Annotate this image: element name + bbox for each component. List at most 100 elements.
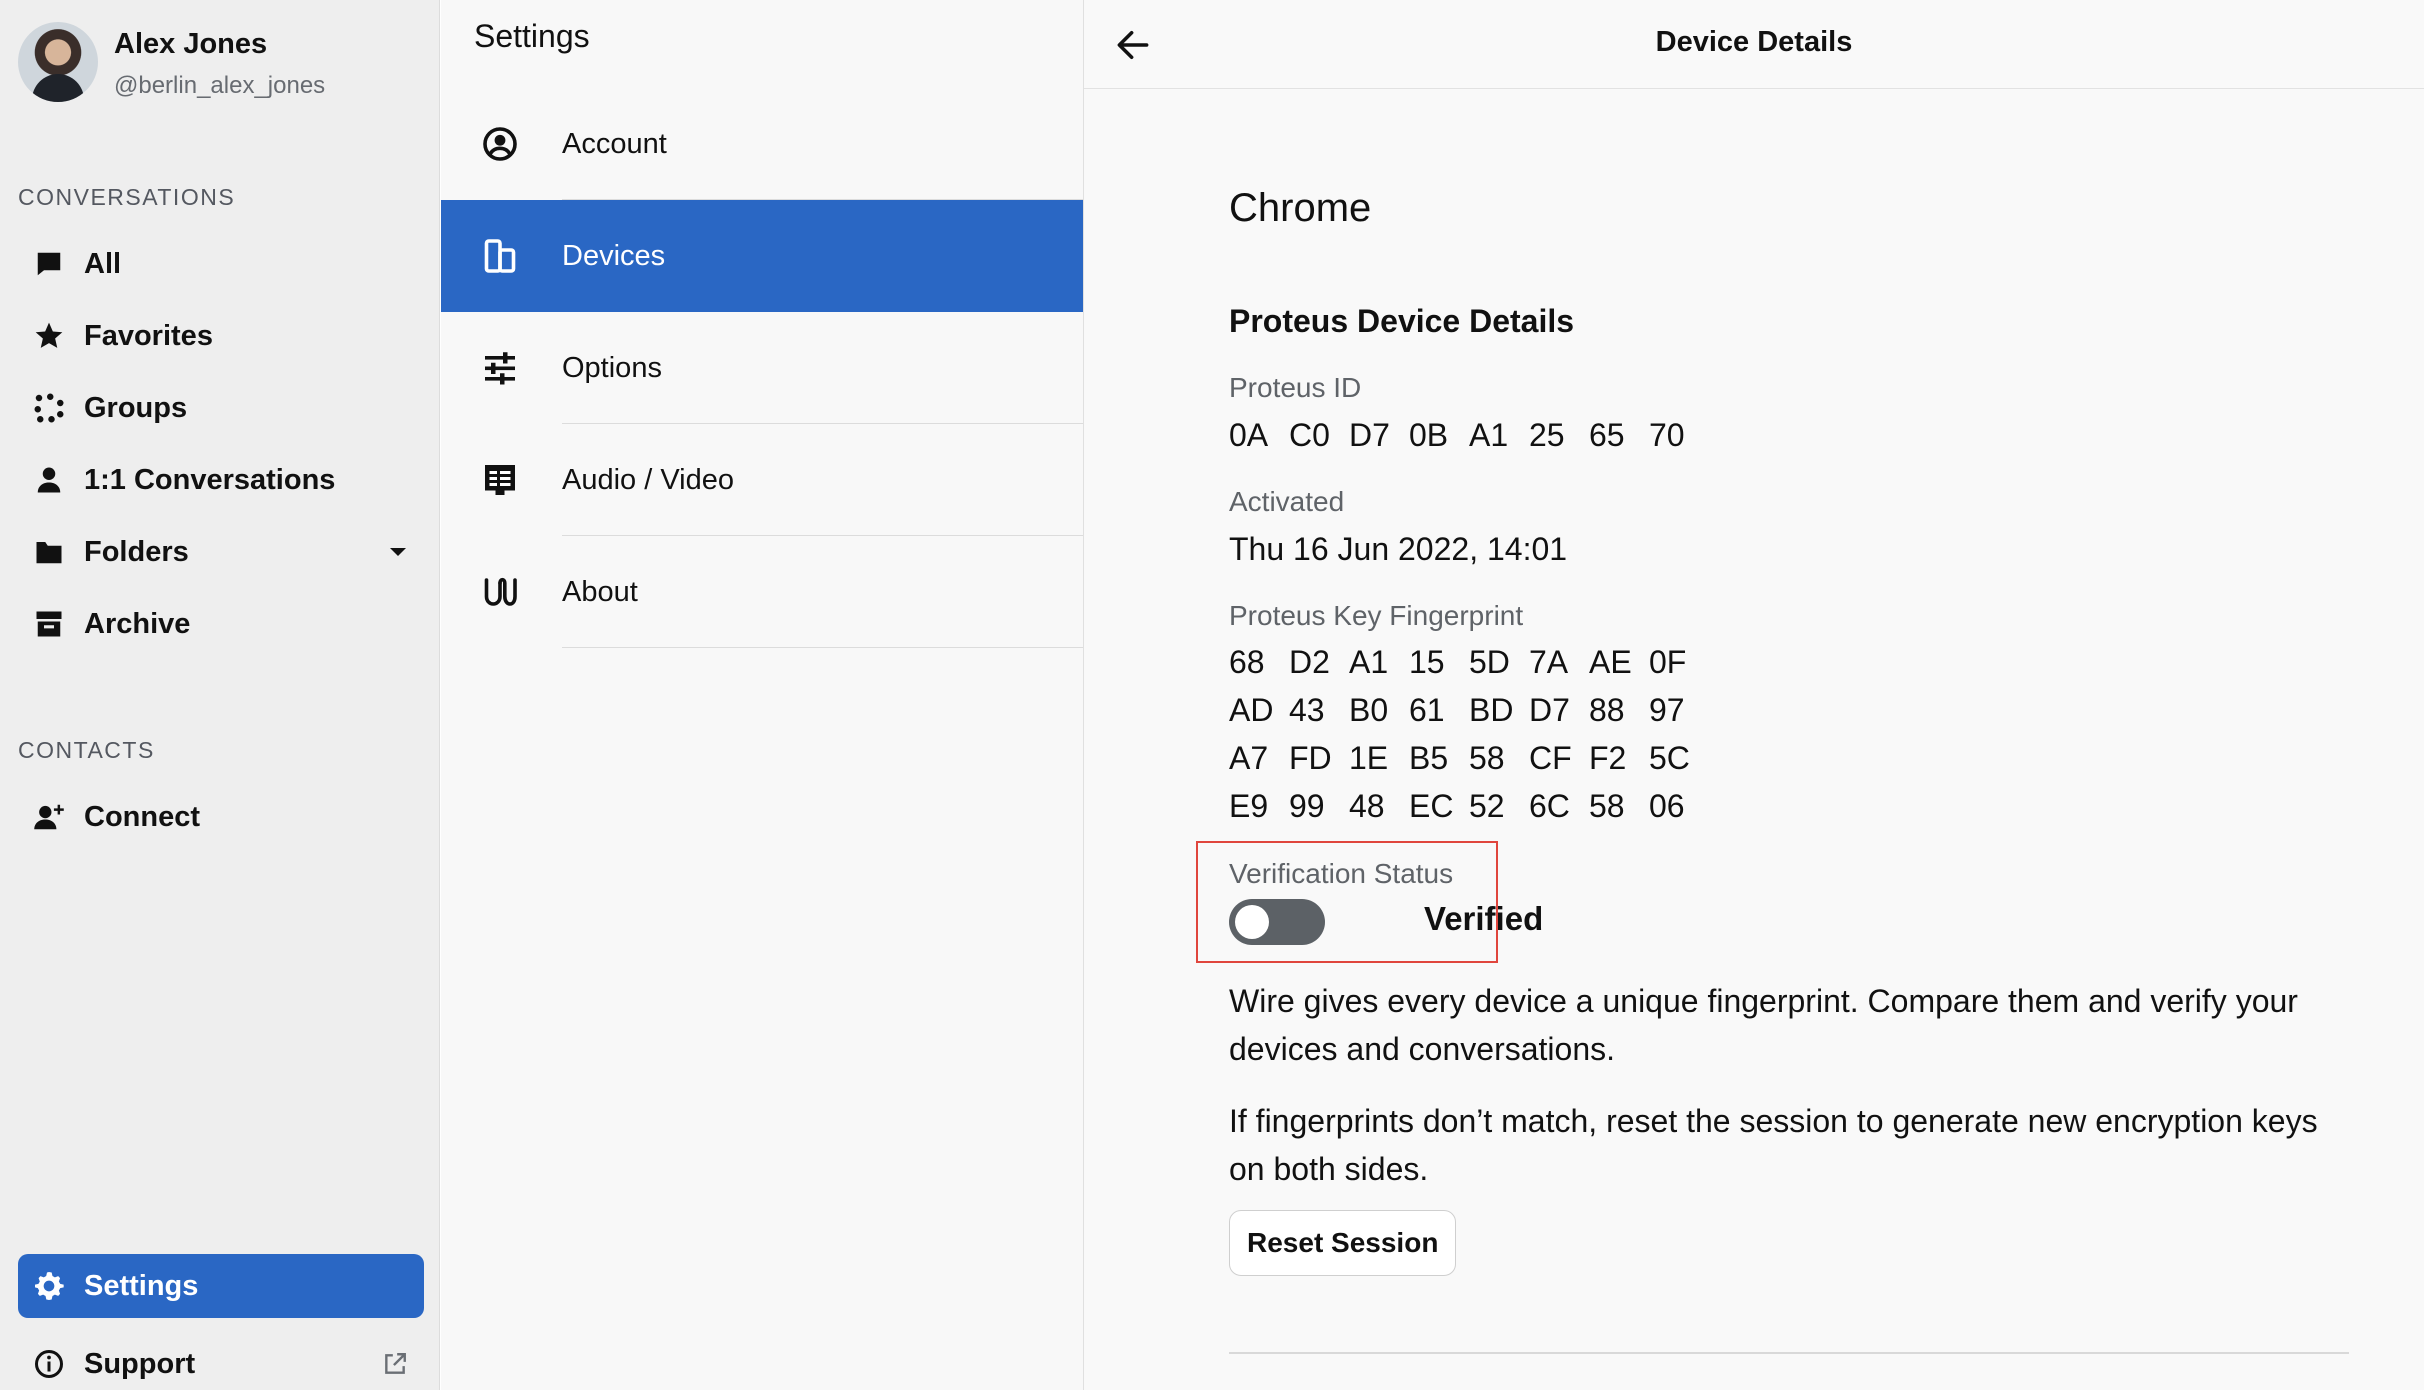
hex-byte: 97 xyxy=(1649,692,1685,728)
page-title: Device Details xyxy=(1655,26,1853,58)
sidebar-item-label: Favorites xyxy=(84,319,213,352)
hex-byte: B0 xyxy=(1349,692,1389,728)
chevron-down-icon[interactable] xyxy=(388,546,408,558)
sidebar-item-archive[interactable]: Archive xyxy=(18,592,424,656)
hex-byte: E9 xyxy=(1229,788,1269,824)
hex-byte: 5D xyxy=(1469,644,1510,680)
sidebar-item-settings[interactable]: Settings xyxy=(18,1254,424,1318)
fingerprint-row: E9 99 48 EC 52 6C 58 06 xyxy=(1229,788,1709,825)
archive-icon xyxy=(32,607,66,641)
hex-byte: 43 xyxy=(1289,692,1325,728)
settings-item-label: Audio / Video xyxy=(562,463,734,496)
hex-byte: AE xyxy=(1589,644,1632,680)
hex-byte: 1E xyxy=(1349,740,1389,776)
fingerprint-row: A7 FD 1E B5 58 CF F2 5C xyxy=(1229,740,1709,777)
divider xyxy=(562,647,1083,648)
hex-byte: 58 xyxy=(1589,788,1625,824)
sidebar-item-groups[interactable]: Groups xyxy=(18,376,424,440)
hex-byte: EC xyxy=(1409,788,1454,824)
hex-byte: C0 xyxy=(1289,417,1330,453)
detail-header: Device Details xyxy=(1084,0,2424,89)
settings-panel: Settings Account Devices Options Audio /… xyxy=(441,0,1084,1390)
sidebar-item-label: Support xyxy=(84,1347,196,1380)
hex-byte: D7 xyxy=(1349,417,1390,453)
settings-title: Settings xyxy=(474,18,590,54)
hex-byte: FD xyxy=(1289,740,1332,776)
settings-item-about[interactable]: About xyxy=(441,536,1083,648)
hex-byte: 25 xyxy=(1529,417,1565,453)
gear-icon xyxy=(32,1269,66,1303)
sidebar-item-label: Groups xyxy=(84,391,188,424)
fingerprint-info-text: Wire gives every device a unique fingerp… xyxy=(1229,983,2298,1067)
device-details-panel: Device Details Chrome Proteus Device Det… xyxy=(1084,0,2424,1390)
hex-byte: 7A xyxy=(1529,644,1569,680)
hex-byte: 0F xyxy=(1649,644,1687,680)
sidebar-item-label: Connect xyxy=(84,800,200,833)
reset-info-text: If fingerprints don’t match, reset the s… xyxy=(1229,1103,2318,1187)
verification-highlight-box xyxy=(1196,841,1498,963)
hex-byte: 5C xyxy=(1649,740,1690,776)
fingerprint-row: 68 D2 A1 15 5D 7A AE 0F xyxy=(1229,644,1709,681)
hex-byte: 52 xyxy=(1469,788,1505,824)
sidebar-item-all[interactable]: All xyxy=(18,232,424,296)
sidebar-item-label: 1:1 Conversations xyxy=(84,463,336,496)
reset-session-button[interactable]: Reset Session xyxy=(1229,1210,1457,1276)
hex-byte: 06 xyxy=(1649,788,1685,824)
divider xyxy=(1229,1352,2349,1354)
avatar[interactable] xyxy=(18,22,98,102)
sidebar-item-label: Folders xyxy=(84,535,189,568)
hex-byte: A1 xyxy=(1349,644,1389,680)
sidebar-item-label: All xyxy=(84,247,122,280)
person-icon xyxy=(32,463,66,497)
hex-byte: 68 xyxy=(1229,644,1265,680)
hex-byte: 61 xyxy=(1409,692,1445,728)
hex-byte: B5 xyxy=(1409,740,1449,776)
hex-byte: 0B xyxy=(1409,417,1449,453)
proteus-id-value: 0A C0 D7 0B A1 25 65 70 xyxy=(1229,417,1709,454)
sidebar-item-support[interactable]: Support xyxy=(18,1332,424,1396)
hex-byte: 0A xyxy=(1229,417,1269,453)
hex-byte: 48 xyxy=(1349,788,1385,824)
info-icon xyxy=(32,1347,66,1381)
devices-icon xyxy=(481,237,519,275)
settings-item-label: Devices xyxy=(562,239,666,272)
conversations-section-label: CONVERSATIONS xyxy=(18,184,236,210)
sidebar-item-one-to-one[interactable]: 1:1 Conversations xyxy=(18,448,424,512)
hex-byte: 6C xyxy=(1529,788,1570,824)
fingerprint-row: AD 43 B0 61 BD D7 88 97 xyxy=(1229,692,1709,729)
settings-item-audio-video[interactable]: Audio / Video xyxy=(441,424,1083,536)
settings-item-label: About xyxy=(562,575,638,608)
settings-item-label: Options xyxy=(562,351,662,384)
hex-byte: A7 xyxy=(1229,740,1269,776)
hex-byte: A1 xyxy=(1469,417,1509,453)
settings-item-account[interactable]: Account xyxy=(441,88,1083,200)
folder-icon xyxy=(32,535,66,569)
hex-byte: 58 xyxy=(1469,740,1505,776)
chat-bubble-icon xyxy=(32,247,66,281)
sidebar-item-label: Archive xyxy=(84,607,191,640)
hex-byte: F2 xyxy=(1589,740,1627,776)
sidebar-item-label: Settings xyxy=(84,1269,199,1302)
activated-label: Activated xyxy=(1229,486,1345,517)
profile-name: Alex Jones xyxy=(114,28,268,60)
settings-item-label: Account xyxy=(562,127,667,160)
sliders-icon xyxy=(481,349,519,387)
sidebar-item-connect[interactable]: Connect xyxy=(18,785,424,849)
settings-item-options[interactable]: Options xyxy=(441,312,1083,424)
sidebar-item-folders[interactable]: Folders xyxy=(18,520,424,584)
account-circle-icon xyxy=(481,125,519,163)
hex-byte: CF xyxy=(1529,740,1572,776)
hex-byte: 15 xyxy=(1409,644,1445,680)
section-heading: Proteus Device Details xyxy=(1229,303,1575,339)
profile-handle: @berlin_alex_jones xyxy=(114,72,326,99)
hex-byte: D7 xyxy=(1529,692,1570,728)
hex-byte: BD xyxy=(1469,692,1514,728)
hex-byte: AD xyxy=(1229,692,1274,728)
sidebar: Alex Jones @berlin_alex_jones CONVERSATI… xyxy=(0,0,440,1390)
hex-byte: D2 xyxy=(1289,644,1330,680)
fingerprint-label: Proteus Key Fingerprint xyxy=(1229,600,1524,631)
contacts-section-label: CONTACTS xyxy=(18,737,155,763)
sidebar-item-favorites[interactable]: Favorites xyxy=(18,304,424,368)
wire-logo-icon xyxy=(481,573,519,611)
settings-item-devices[interactable]: Devices xyxy=(441,200,1083,312)
